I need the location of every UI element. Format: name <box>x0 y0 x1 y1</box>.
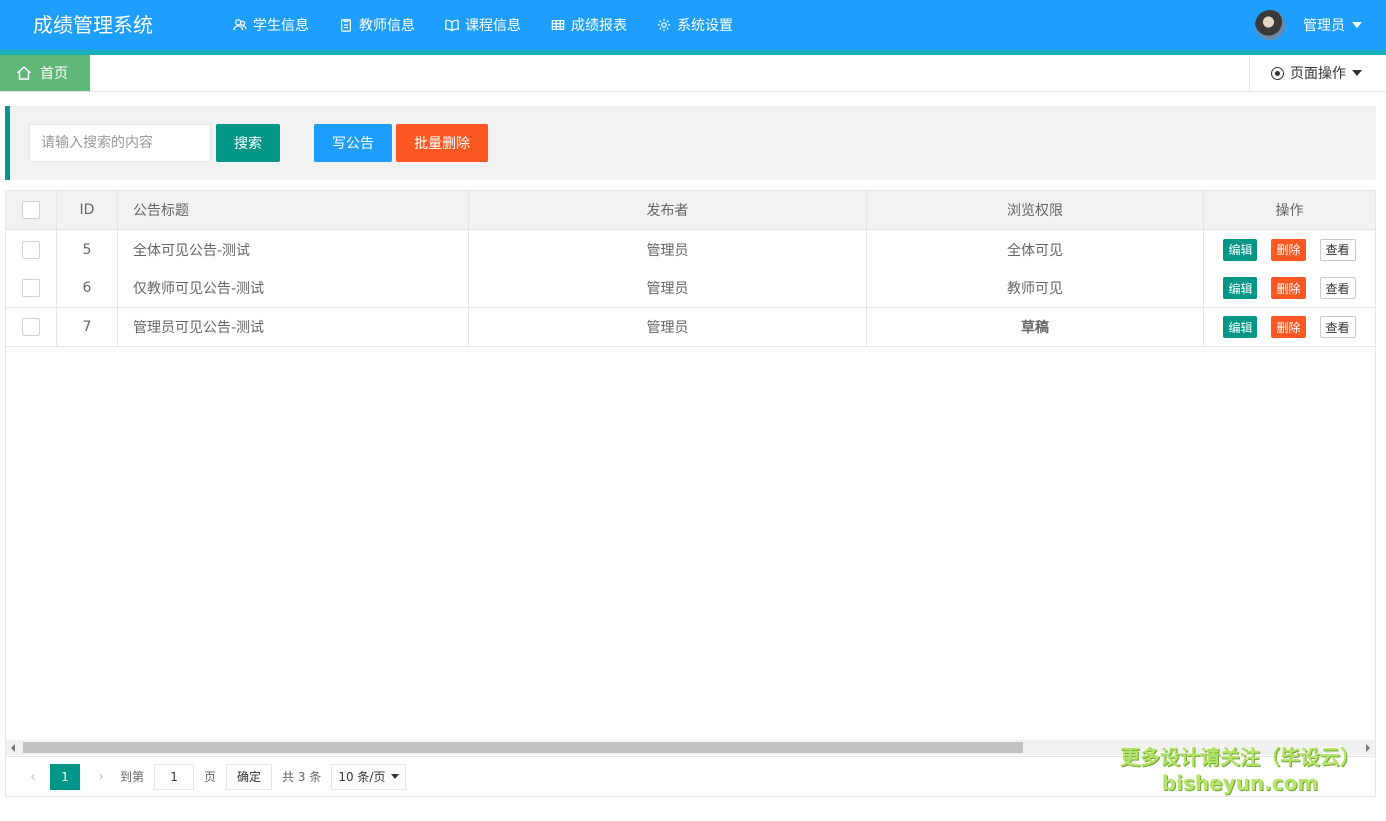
clipboard-icon <box>341 19 351 32</box>
chevron-down-icon <box>1352 70 1362 76</box>
cell-publisher: 管理员 <box>469 308 867 346</box>
view-button[interactable]: 查看 <box>1319 238 1356 261</box>
cell-title: 管理员可见公告-测试 <box>118 308 469 346</box>
row-checkbox[interactable] <box>22 240 40 259</box>
table-row: 5 全体可见公告-测试 管理员 全体可见 编辑 删除 查看 <box>6 230 1375 269</box>
column-header-actions: 操作 <box>1203 191 1375 229</box>
cell-id: 7 <box>57 308 118 346</box>
edit-button[interactable]: 编辑 <box>1223 316 1258 338</box>
nav-label: 教师信息 <box>359 18 415 34</box>
column-header-publisher[interactable]: 发布者 <box>469 191 867 229</box>
nav-item-teachers[interactable]: 教师信息 <box>326 0 428 50</box>
cell-actions: 编辑 删除 查看 <box>1203 269 1375 307</box>
row-checkbox[interactable] <box>22 318 40 336</box>
select-all-checkbox[interactable] <box>22 201 40 219</box>
users-icon <box>233 19 247 31</box>
page-operations-label: 页面操作 <box>1290 66 1346 82</box>
goto-page-input[interactable] <box>154 763 195 790</box>
delete-button[interactable]: 删除 <box>1271 238 1306 261</box>
goto-label: 到第 <box>120 770 145 784</box>
delete-button[interactable]: 删除 <box>1271 277 1306 299</box>
write-notice-button[interactable]: 写公告 <box>314 124 392 162</box>
cell-actions: 编辑 删除 查看 <box>1203 230 1375 269</box>
user-menu[interactable]: 管理员 <box>1255 0 1362 50</box>
cell-publisher: 管理员 <box>469 269 867 307</box>
column-header-permission[interactable]: 浏览权限 <box>867 191 1203 229</box>
row-checkbox-cell <box>6 269 57 307</box>
home-icon <box>17 66 31 80</box>
row-checkbox-cell <box>6 230 57 269</box>
page-operations-menu[interactable]: 页面操作 <box>1249 55 1386 91</box>
column-header-id[interactable]: ID <box>57 191 118 229</box>
table-icon <box>551 20 565 30</box>
page-unit-label: 页 <box>204 770 217 784</box>
goto-confirm-button[interactable]: 确定 <box>226 763 273 790</box>
cell-permission: 教师可见 <box>1007 281 1063 297</box>
edit-button[interactable]: 编辑 <box>1223 238 1258 261</box>
search-button[interactable]: 搜索 <box>216 124 280 162</box>
cell-id: 5 <box>57 230 118 269</box>
tab-home[interactable]: 首页 <box>0 55 90 91</box>
nav-item-reports[interactable]: 成绩报表 <box>538 0 640 50</box>
nav-item-courses[interactable]: 课程信息 <box>432 0 534 50</box>
table-header: ID 公告标题 发布者 浏览权限 操作 <box>6 191 1375 230</box>
page-number-current[interactable]: 1 <box>50 763 80 790</box>
cell-title: 全体可见公告-测试 <box>118 230 469 269</box>
header-checkbox-cell <box>6 191 57 229</box>
nav-label: 系统设置 <box>677 18 733 34</box>
delete-button[interactable]: 删除 <box>1271 316 1306 338</box>
next-page-icon[interactable]: › <box>88 764 114 790</box>
nav-label: 成绩报表 <box>571 18 627 34</box>
app-logo: 成绩管理系统 <box>33 13 153 37</box>
column-header-title[interactable]: 公告标题 <box>118 191 469 229</box>
user-name[interactable]: 管理员 <box>1303 15 1345 35</box>
table-row: 6 仅教师可见公告-测试 管理员 教师可见 编辑 删除 查看 <box>6 269 1375 308</box>
scrollbar-thumb[interactable] <box>23 742 1023 753</box>
nav-item-settings[interactable]: 系统设置 <box>644 0 746 50</box>
cell-title: 仅教师可见公告-测试 <box>118 269 469 307</box>
view-button[interactable]: 查看 <box>1319 277 1356 299</box>
cell-actions: 编辑 删除 查看 <box>1203 308 1375 346</box>
gear-icon <box>657 18 671 32</box>
book-icon <box>445 19 459 32</box>
table-row: 7 管理员可见公告-测试 管理员 草稿 编辑 删除 查看 <box>6 308 1375 347</box>
cell-permission: 全体可见 <box>1007 242 1063 259</box>
watermark: 更多设计请关注（毕设云） bisheyun.com <box>1120 744 1360 796</box>
nav-label: 课程信息 <box>465 18 521 34</box>
tab-bar: 首页 页面操作 <box>0 55 1386 92</box>
scroll-right-icon[interactable] <box>1366 744 1370 752</box>
nav-label: 学生信息 <box>253 18 309 34</box>
nav-item-students[interactable]: 学生信息 <box>220 0 322 50</box>
scroll-left-icon[interactable] <box>11 744 15 752</box>
cell-id: 6 <box>57 269 118 307</box>
batch-delete-button[interactable]: 批量删除 <box>396 124 488 162</box>
page-size-select[interactable]: 10 条/页 <box>331 763 407 790</box>
target-icon <box>1271 66 1284 80</box>
notice-table: ID 公告标题 发布者 浏览权限 操作 5 全体可见公告-测试 管理员 全体可见… <box>5 190 1376 797</box>
chevron-down-icon <box>391 774 400 779</box>
row-checkbox-cell <box>6 308 57 346</box>
row-checkbox[interactable] <box>22 279 40 297</box>
cell-publisher: 管理员 <box>469 230 867 269</box>
cell-permission: 草稿 <box>1021 320 1049 336</box>
avatar[interactable] <box>1255 10 1285 40</box>
chevron-down-icon[interactable] <box>1352 22 1362 28</box>
view-button[interactable]: 查看 <box>1319 316 1356 338</box>
prev-page-icon[interactable]: ‹ <box>20 764 46 790</box>
tab-home-label: 首页 <box>40 66 68 82</box>
search-toolbar: 搜索 写公告 批量删除 <box>5 106 1376 180</box>
total-count: 共 3 条 <box>282 770 322 784</box>
watermark-line2: bisheyun.com <box>1161 771 1319 795</box>
top-nav: 学生信息 教师信息 课程信息 成绩报表 系统设置 <box>220 0 750 50</box>
edit-button[interactable]: 编辑 <box>1223 277 1258 299</box>
watermark-line1: 更多设计请关注（毕设云） <box>1120 745 1360 769</box>
search-input[interactable] <box>29 124 211 162</box>
page-size-value: 10 条/页 <box>338 770 386 784</box>
top-header: 成绩管理系统 学生信息 教师信息 课程信息 成绩报表 系统设置 管理员 <box>0 0 1386 50</box>
